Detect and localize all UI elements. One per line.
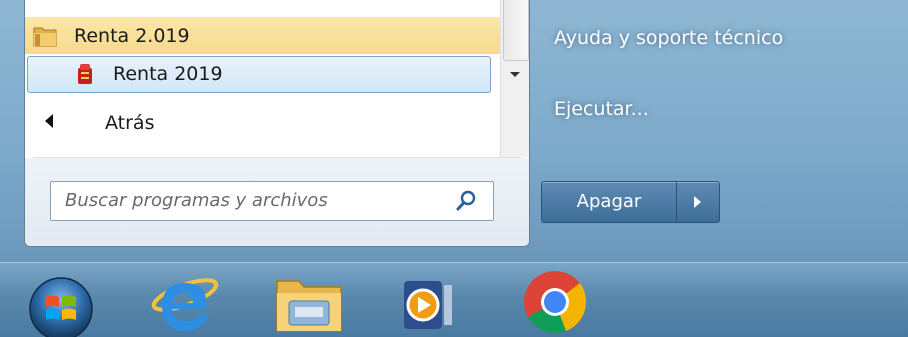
run-link[interactable]: Ejecutar... xyxy=(554,98,649,120)
chrome-icon[interactable] xyxy=(522,269,588,335)
start-menu-left-pane: Renta 2.019 Renta 2019 Atrás xyxy=(24,0,530,247)
file-explorer-icon[interactable] xyxy=(273,273,345,335)
shutdown-options-button[interactable] xyxy=(676,181,720,223)
search-input[interactable] xyxy=(65,189,445,211)
back-label: Atrás xyxy=(105,112,155,134)
scroll-down-icon[interactable] xyxy=(510,72,520,77)
program-folder-renta[interactable]: Renta 2.019 xyxy=(25,17,500,54)
help-and-support-link[interactable]: Ayuda y soporte técnico xyxy=(554,27,783,49)
internet-explorer-icon[interactable] xyxy=(150,269,220,335)
program-item-label: Renta 2019 xyxy=(113,63,223,85)
renta-app-icon xyxy=(78,64,92,84)
back-button[interactable]: Atrás xyxy=(25,106,500,146)
search-icon[interactable] xyxy=(455,190,477,212)
scrollbar-thumb[interactable] xyxy=(503,0,529,61)
program-list-scrollbar[interactable] xyxy=(500,0,529,157)
program-folder-label: Renta 2.019 xyxy=(74,25,190,47)
shutdown-label: Apagar xyxy=(576,191,642,212)
media-player-icon[interactable] xyxy=(402,277,456,333)
taskbar xyxy=(0,262,908,337)
shutdown-button[interactable]: Apagar xyxy=(541,181,677,223)
chevron-right-icon xyxy=(694,196,701,208)
search-box[interactable] xyxy=(50,181,494,221)
folder-icon xyxy=(33,27,57,47)
program-list: Renta 2.019 Renta 2019 Atrás xyxy=(25,0,529,157)
start-menu: Renta 2.019 Renta 2019 Atrás Buscar prog… xyxy=(0,0,908,262)
back-arrow-icon xyxy=(45,114,53,128)
program-item-renta-2019[interactable]: Renta 2019 xyxy=(27,56,491,93)
search-area xyxy=(25,158,529,246)
start-orb-icon[interactable] xyxy=(22,271,100,337)
